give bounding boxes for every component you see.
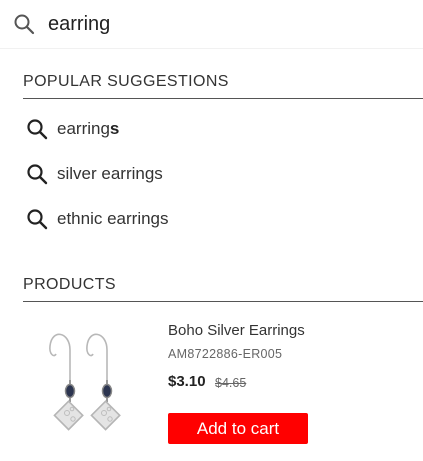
search-input[interactable] — [48, 10, 408, 38]
suggestion-label: ethnic earrings — [57, 209, 169, 228]
suggestion-completion: s — [109, 119, 120, 138]
search-icon[interactable] — [13, 13, 35, 35]
search-icon — [27, 209, 48, 230]
products-heading: PRODUCTS — [23, 276, 423, 302]
search-icon — [27, 119, 48, 140]
product-image[interactable] — [40, 320, 140, 455]
suggestion-item[interactable]: silver earrings — [26, 161, 326, 187]
suggestion-item[interactable]: ethnic earrings — [26, 206, 326, 232]
add-to-cart-button[interactable]: Add to cart — [168, 413, 308, 444]
suggestion-item[interactable]: earrings — [26, 116, 326, 142]
product-item: Boho Silver Earrings AM8722886-ER005 $3.… — [0, 315, 423, 461]
product-sku: AM8722886-ER005 — [168, 347, 283, 361]
product-name[interactable]: Boho Silver Earrings — [168, 322, 305, 339]
product-old-price: $4.65 — [215, 376, 247, 390]
search-bar — [0, 0, 423, 49]
search-icon — [27, 164, 48, 185]
popular-suggestions-heading: POPULAR SUGGESTIONS — [23, 73, 423, 99]
search-suggestions-panel: POPULAR SUGGESTIONS earrings silver earr… — [0, 49, 423, 461]
suggestion-label: silver earrings — [57, 164, 163, 183]
product-price: $3.10 — [168, 373, 206, 390]
suggestion-label: earrings — [57, 119, 120, 138]
